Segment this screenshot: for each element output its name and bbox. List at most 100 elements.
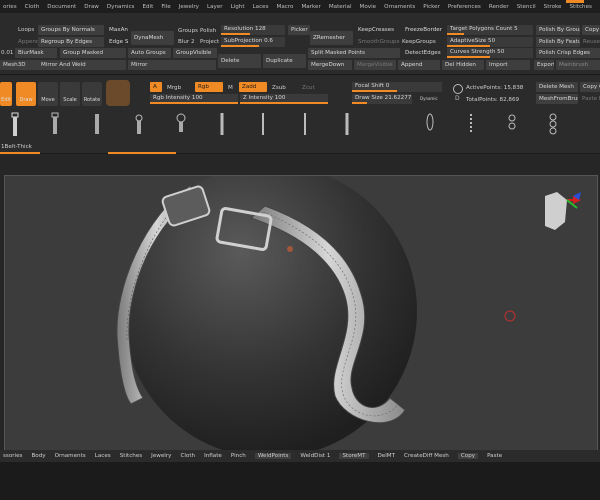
menu-item-dynamics[interactable]: Dynamics	[107, 4, 135, 10]
menu-item-file[interactable]: File	[161, 4, 170, 10]
material-sphere-icon[interactable]	[106, 80, 130, 106]
brush-scroll-indicator[interactable]	[108, 152, 176, 154]
menu-item-layer[interactable]: Layer	[207, 4, 223, 10]
project-toggle[interactable]: Project	[200, 38, 219, 46]
lightbox-icon[interactable]: D	[452, 81, 464, 103]
merge-visible-button[interactable]: MergeVisible	[354, 60, 396, 70]
mesh3d-button[interactable]: Mesh3D	[0, 60, 40, 70]
navigation-head-icon[interactable]	[545, 192, 581, 230]
menu-item-draw[interactable]: Draw	[84, 4, 99, 10]
delete-mesh-button[interactable]: Delete Mesh	[536, 82, 578, 92]
target-polygons-slider[interactable]: Target Polygons Count 5	[447, 25, 533, 35]
shelf-item-laces[interactable]: Laces	[95, 453, 111, 459]
del-hidden-button[interactable]: Del Hidden	[442, 60, 484, 70]
maxang-button[interactable]: MaxAng	[106, 25, 128, 35]
curves-strength-slider[interactable]: Curves Strength 50	[447, 48, 533, 58]
brush-link-rect[interactable]	[421, 110, 439, 138]
shelf-item-weldpoints[interactable]: WeldPoints	[254, 453, 292, 459]
groups-by-normals-button[interactable]: Groups By Normals	[38, 25, 104, 35]
menu-item-macro[interactable]: Macro	[277, 4, 294, 10]
groups-toggle[interactable]: Groups	[178, 27, 198, 35]
copy-g-button[interactable]: Copy GF	[580, 82, 600, 92]
brush-belt-thin[interactable]	[46, 110, 64, 138]
zcut-button[interactable]: Zcut	[302, 84, 315, 92]
mirror-and-weld-button[interactable]: Mirror And Weld	[38, 60, 126, 70]
shelf-item-cloth[interactable]: Cloth	[180, 453, 195, 459]
loops-button[interactable]: Loops	[18, 26, 34, 34]
draw-button[interactable]: Draw	[16, 82, 36, 106]
zadd-button[interactable]: Zadd	[239, 82, 267, 92]
delete-button[interactable]: Delete	[218, 54, 261, 68]
shelf-item-body[interactable]: Body	[31, 453, 45, 459]
split-masked-points-button[interactable]: Split Masked Points	[308, 48, 400, 58]
menu-item-movie[interactable]: Movie	[360, 4, 377, 10]
edit-button[interactable]: Edit	[0, 82, 12, 106]
rotate-button[interactable]: Rotate	[82, 82, 102, 106]
blur-mask-button[interactable]: BlurMask	[15, 48, 57, 58]
mainbrush-button[interactable]: Mainbrush	[556, 60, 600, 70]
focal-shift-slider[interactable]: Focal Shift 0	[352, 82, 442, 92]
menu-item-stencil[interactable]: Stencil	[517, 4, 536, 10]
draw-size-slider[interactable]: Draw Size 21.62277	[352, 94, 412, 104]
shelf-item-delmt[interactable]: DelMT	[378, 453, 396, 459]
polish-by-groups-button[interactable]: Polish By Groups	[536, 25, 580, 35]
merge-down-button[interactable]: MergeDown	[308, 60, 352, 70]
dynamic-toggle[interactable]: Dynamic	[420, 95, 438, 103]
brush-buckle[interactable]	[172, 110, 190, 138]
shelf-item-paste[interactable]: Paste	[487, 453, 502, 459]
polish-crisp-edges-button[interactable]: Polish Crisp Edges	[536, 48, 600, 58]
edge-s-button[interactable]: Edge Sr	[106, 37, 128, 47]
copy-button[interactable]: Copy GF	[582, 25, 600, 35]
auto-groups-button[interactable]: Auto Groups	[128, 48, 171, 58]
detect-edges-button[interactable]: DetectEdges	[402, 48, 444, 58]
smooth-groups-button[interactable]: SmoothGroups	[358, 38, 400, 46]
menu-item-material[interactable]: Material	[329, 4, 352, 10]
adaptive-size-slider[interactable]: AdaptiveSize 50	[447, 37, 533, 47]
menu-item-stitches[interactable]: Stitches	[569, 4, 591, 10]
mirror-button[interactable]: Mirror	[128, 60, 216, 70]
brush-chain-a[interactable]	[254, 110, 272, 138]
shelf-item-pinch[interactable]: Pinch	[231, 453, 246, 459]
menu-item-ories[interactable]: ories	[3, 4, 17, 10]
brush-belt-loop[interactable]	[130, 110, 148, 138]
move-button[interactable]: Move	[38, 82, 58, 106]
blur-value[interactable]: 0.01	[1, 49, 13, 57]
brush-belt-thick[interactable]	[6, 110, 24, 138]
keep-groups-button[interactable]: KeepGroups	[402, 38, 436, 46]
shelf-item-stitches[interactable]: Stitches	[120, 453, 142, 459]
brush-chain-drop[interactable]	[544, 110, 562, 138]
dynamesh-button[interactable]: DynaMesh	[131, 31, 174, 45]
freeze-border-button[interactable]: FreezeBorder	[402, 25, 444, 35]
regroup-by-edges-button[interactable]: Regroup By Edges	[38, 37, 104, 47]
shelf-item-ssories[interactable]: ssories	[3, 453, 22, 459]
menu-item-cloth[interactable]: Cloth	[25, 4, 40, 10]
resolution-slider[interactable]: Resolution 128	[221, 25, 285, 35]
document-canvas[interactable]	[4, 164, 598, 459]
export-button[interactable]: Export	[534, 60, 554, 70]
brush-ring-lace[interactable]	[462, 110, 480, 138]
menu-item-stroke[interactable]: Stroke	[544, 4, 562, 10]
shelf-item-copy[interactable]: Copy	[457, 453, 479, 459]
rgb-button[interactable]: Rgb	[195, 82, 223, 92]
polish-toggle[interactable]: Polish	[200, 27, 216, 35]
picker-button[interactable]: Picker	[288, 25, 310, 35]
brush-chain-loop[interactable]	[296, 110, 314, 138]
shelf-item-jewelry[interactable]: Jewelry	[151, 453, 171, 459]
append-label[interactable]: Append	[18, 38, 39, 46]
menu-item-render[interactable]: Render	[489, 4, 509, 10]
menu-item-light[interactable]: Light	[231, 4, 245, 10]
shelf-item-creatediff-mesh[interactable]: CreateDiff Mesh	[404, 453, 449, 459]
duplicate-button[interactable]: Duplicate	[263, 54, 306, 68]
reuse-button[interactable]: Reuse Remesh	[583, 38, 600, 46]
m-button[interactable]: M	[228, 84, 233, 92]
menu-item-ornaments[interactable]: Ornaments	[384, 4, 415, 10]
polish-by-features-button[interactable]: Polish By Features	[536, 37, 580, 47]
mrgb-button[interactable]: Mrgb	[167, 84, 181, 92]
brush-lacing[interactable]	[213, 110, 231, 138]
menu-item-document[interactable]: Document	[47, 4, 76, 10]
menu-item-marker[interactable]: Marker	[301, 4, 320, 10]
blur-slider[interactable]: Blur 2	[178, 38, 195, 46]
z-intensity-slider[interactable]: Z Intensity 100	[240, 94, 328, 104]
shelf-item-storemt[interactable]: StoreMT	[339, 453, 369, 459]
import-button[interactable]: Import	[486, 60, 530, 70]
